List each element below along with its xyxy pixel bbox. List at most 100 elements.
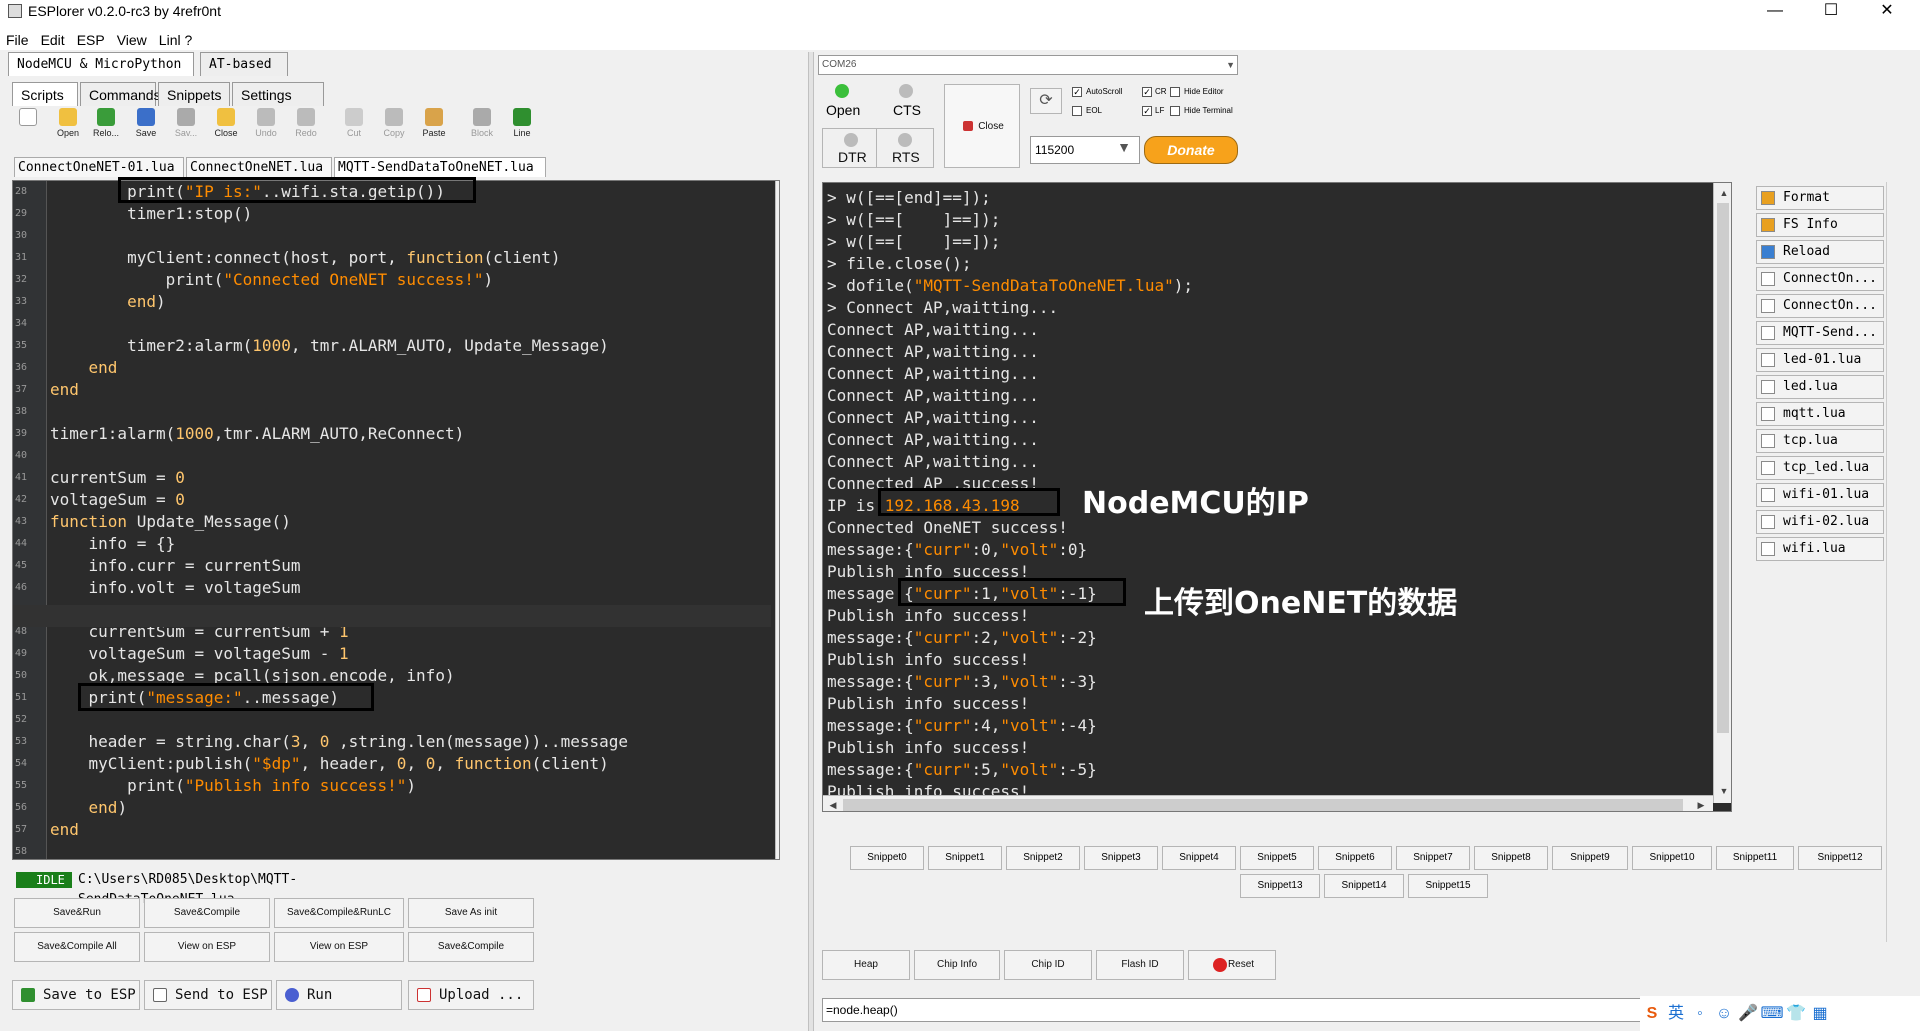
flash-id-button[interactable]: Flash ID xyxy=(1096,950,1184,980)
snippet-button[interactable]: Snippet10 xyxy=(1632,846,1712,870)
reset-button[interactable]: Reset xyxy=(1188,950,1276,980)
snippet-button[interactable]: Snippet0 xyxy=(850,846,924,870)
side-file-button[interactable]: led.lua xyxy=(1756,375,1884,399)
chip-info-button[interactable]: Chip Info xyxy=(914,950,1000,980)
copy-button[interactable]: Copy xyxy=(376,108,412,138)
rts-button[interactable]: RTS xyxy=(876,128,934,168)
cut-button[interactable]: Cut xyxy=(336,108,372,138)
chip-id-button[interactable]: Chip ID xyxy=(1004,950,1092,980)
send-to-esp-button[interactable]: Send to ESP xyxy=(144,980,272,1010)
file-tab-mqtt[interactable]: MQTT-SendDataToOneNET.lua xyxy=(334,157,546,177)
keyboard-icon[interactable]: ⌨ xyxy=(1760,996,1784,1031)
scroll-up-arrow[interactable]: ▲ xyxy=(778,183,779,199)
minimize-button[interactable]: — xyxy=(1752,0,1798,22)
snippet-button[interactable]: Snippet9 xyxy=(1552,846,1628,870)
menu-file[interactable]: File xyxy=(0,30,35,50)
editor-vertical-scrollbar[interactable]: ▲ ▼ xyxy=(775,181,780,859)
open-port-button[interactable]: Open xyxy=(826,102,860,118)
view-on-esp-button-2[interactable]: View on ESP xyxy=(274,932,404,962)
menu-esp[interactable]: ESP xyxy=(71,30,111,50)
side-file-button[interactable]: MQTT-Send... xyxy=(1756,321,1884,345)
terminal-scroll-down-arrow[interactable]: ▼ xyxy=(1716,783,1731,799)
close-file-button[interactable]: Close xyxy=(208,108,244,138)
file-tab-connectonenet-01[interactable]: ConnectOneNET-01.lua xyxy=(14,157,184,177)
menu-edit[interactable]: Edit xyxy=(35,30,71,50)
menu-link[interactable]: Linl ? xyxy=(153,30,198,50)
tab-commands[interactable]: Commands xyxy=(80,82,161,106)
scroll-left-arrow[interactable]: ◀ xyxy=(825,797,841,811)
side-file-button[interactable]: wifi-01.lua xyxy=(1756,483,1884,507)
scroll-right-arrow[interactable]: ▶ xyxy=(1693,797,1709,811)
side-file-button[interactable]: ConnectOn... xyxy=(1756,294,1884,318)
save-to-esp-button[interactable]: Save to ESP xyxy=(12,980,140,1010)
port-select[interactable]: COM26 ▼ xyxy=(818,55,1238,75)
terminal-horizontal-scrollbar[interactable]: ◀ ▶ xyxy=(823,795,1713,811)
snippet-button[interactable]: Snippet13 xyxy=(1240,874,1320,898)
hide-terminal-checkbox[interactable] xyxy=(1170,106,1180,116)
scroll-thumb[interactable] xyxy=(779,201,780,721)
snippet-button[interactable]: Snippet1 xyxy=(928,846,1002,870)
terminal-vertical-scrollbar[interactable]: ▲ ▼ xyxy=(1713,183,1731,803)
tab-nodemcu[interactable]: NodeMCU & MicroPython xyxy=(8,52,194,76)
side-file-button[interactable]: led-01.lua xyxy=(1756,348,1884,372)
view-on-esp-button-1[interactable]: View on ESP xyxy=(144,932,270,962)
run-button[interactable]: Run xyxy=(276,980,402,1010)
snippet-button[interactable]: Snippet14 xyxy=(1324,874,1404,898)
upload-button[interactable]: Upload ... xyxy=(408,980,534,1010)
microphone-icon[interactable]: 🎤 xyxy=(1736,996,1760,1031)
save-compile-button-2[interactable]: Save&Compile xyxy=(408,932,534,962)
undo-button[interactable]: Undo xyxy=(248,108,284,138)
snippet-button[interactable]: Snippet12 xyxy=(1798,846,1882,870)
cr-checkbox[interactable]: ✓ xyxy=(1142,87,1152,97)
line-button[interactable]: Line xyxy=(504,108,540,138)
file-tab-connectonenet[interactable]: ConnectOneNET.lua xyxy=(186,157,332,177)
side-file-button[interactable]: tcp_led.lua xyxy=(1756,456,1884,480)
emoji-icon[interactable]: ☺ xyxy=(1712,996,1736,1031)
terminal-scroll-thumb[interactable] xyxy=(1717,203,1729,733)
snippet-button[interactable]: Snippet6 xyxy=(1318,846,1392,870)
paste-button[interactable]: Paste xyxy=(416,108,452,138)
terminal-scroll-up-arrow[interactable]: ▲ xyxy=(1716,185,1731,201)
snippet-button[interactable]: Snippet8 xyxy=(1474,846,1548,870)
baud-select[interactable]: 115200 ▼ xyxy=(1030,136,1140,164)
maximize-button[interactable]: ☐ xyxy=(1808,0,1854,22)
skin-icon[interactable]: 👕 xyxy=(1784,996,1808,1031)
grid-icon[interactable]: ▦ xyxy=(1808,996,1832,1031)
horizontal-scroll-thumb[interactable] xyxy=(843,799,1683,811)
panel-splitter[interactable] xyxy=(808,52,814,1031)
save-compile-runlc-button[interactable]: Save&Compile&RunLC xyxy=(274,898,404,928)
snippet-button[interactable]: Snippet11 xyxy=(1716,846,1794,870)
reload-button[interactable]: Relo... xyxy=(88,108,124,138)
dtr-button[interactable]: DTR xyxy=(822,128,880,168)
tab-scripts[interactable]: Scripts xyxy=(12,82,78,106)
block-button[interactable]: Block xyxy=(464,108,500,138)
ime-lang-icon[interactable]: 英 xyxy=(1664,996,1688,1031)
side-scrollbar[interactable] xyxy=(1886,182,1902,942)
menu-view[interactable]: View xyxy=(111,30,153,50)
side-file-button[interactable]: Reload xyxy=(1756,240,1884,264)
side-file-button[interactable]: wifi-02.lua xyxy=(1756,510,1884,534)
save-run-button[interactable]: Save&Run xyxy=(14,898,140,928)
refresh-ports-button[interactable]: ⟳ xyxy=(1030,88,1062,114)
donate-button[interactable]: Donate xyxy=(1144,136,1238,164)
side-file-button[interactable]: mqtt.lua xyxy=(1756,402,1884,426)
close-window-button[interactable]: ✕ xyxy=(1864,0,1910,22)
close-port-button[interactable]: Close xyxy=(944,84,1020,168)
snippet-button[interactable]: Snippet2 xyxy=(1006,846,1080,870)
save-compile-all-button[interactable]: Save&Compile All xyxy=(14,932,140,962)
side-file-button[interactable]: wifi.lua xyxy=(1756,537,1884,561)
ime-punct-icon[interactable]: ◦ xyxy=(1688,996,1712,1031)
lf-checkbox[interactable]: ✓ xyxy=(1142,106,1152,116)
save-as-button[interactable]: Sav... xyxy=(168,108,204,138)
redo-button[interactable]: Redo xyxy=(288,108,324,138)
save-as-init-button[interactable]: Save As init xyxy=(408,898,534,928)
save-button[interactable]: Save xyxy=(128,108,164,138)
side-file-button[interactable]: ConnectOn... xyxy=(1756,267,1884,291)
side-file-button[interactable]: tcp.lua xyxy=(1756,429,1884,453)
heap-button[interactable]: Heap xyxy=(822,950,910,980)
hide-editor-checkbox[interactable] xyxy=(1170,87,1180,97)
snippet-button[interactable]: Snippet7 xyxy=(1396,846,1470,870)
tab-snippets[interactable]: Snippets xyxy=(158,82,230,106)
scroll-down-arrow[interactable]: ▼ xyxy=(778,841,779,857)
side-file-button[interactable]: Format xyxy=(1756,186,1884,210)
